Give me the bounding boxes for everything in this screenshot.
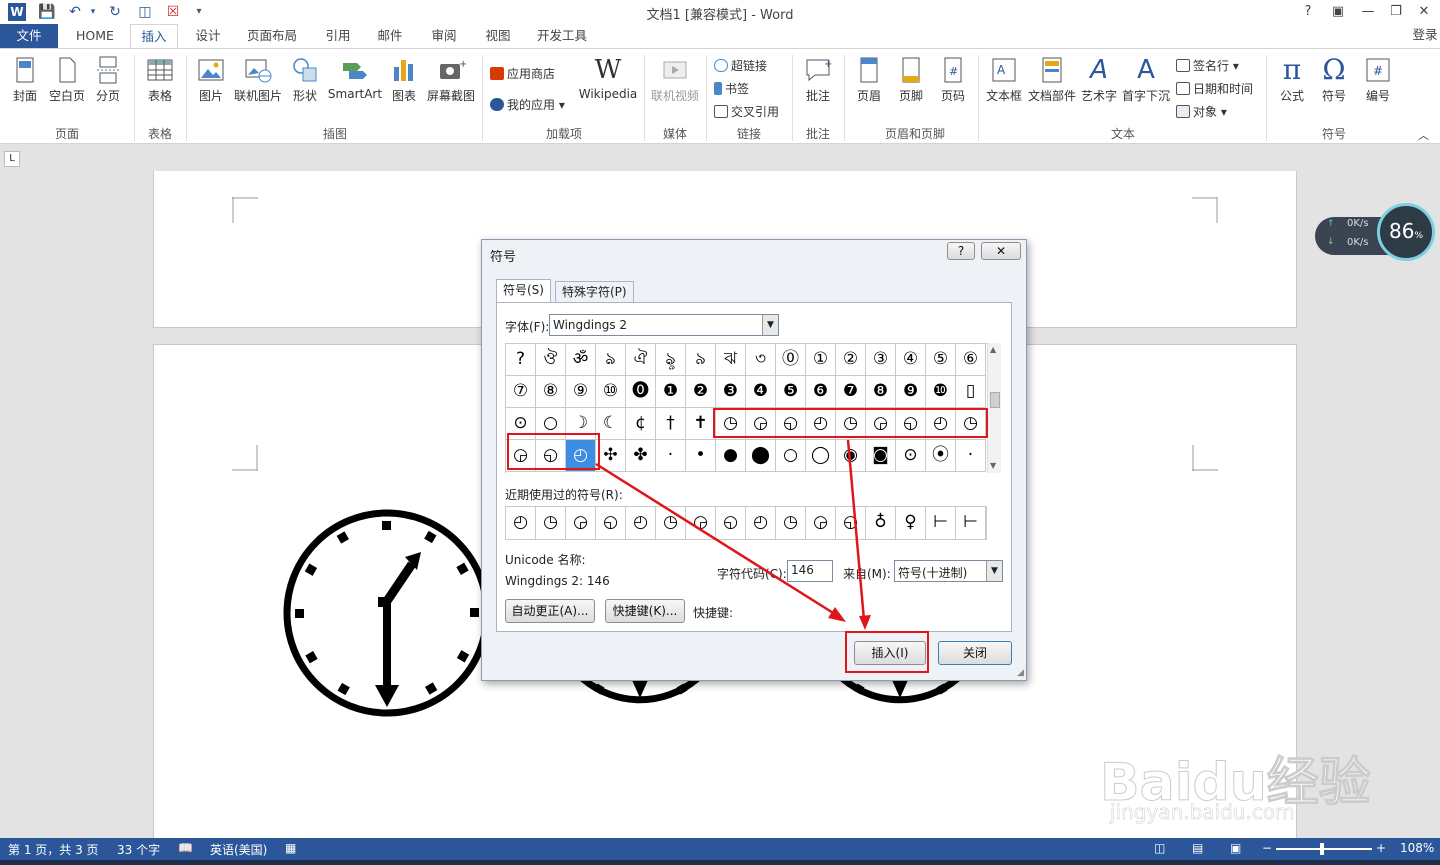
web-layout-icon[interactable]: ▣ xyxy=(1230,841,1241,855)
zoom-slider[interactable] xyxy=(1276,848,1372,850)
status-bar: 第 1 页，共 3 页 33 个字 📖 英语(美国) ▦ ◫ ▤ ▣ − + 1… xyxy=(0,838,1440,860)
zoom-in-icon[interactable]: + xyxy=(1376,841,1386,855)
word-count[interactable]: 33 个字 xyxy=(117,841,160,858)
print-layout-icon[interactable]: ▤ xyxy=(1192,841,1203,855)
annotation-arrows xyxy=(595,439,871,630)
proofing-icon[interactable]: 📖 xyxy=(178,841,193,855)
language[interactable]: 英语(美国) xyxy=(210,841,267,858)
zoom-slider-thumb[interactable] xyxy=(1320,843,1324,855)
zoom-level[interactable]: 108% xyxy=(1400,841,1434,855)
zoom-out-icon[interactable]: − xyxy=(1262,841,1272,855)
macro-icon[interactable]: ▦ xyxy=(285,841,296,855)
taskbar-strip xyxy=(0,860,1440,865)
read-mode-icon[interactable]: ◫ xyxy=(1154,841,1165,855)
page-count[interactable]: 第 1 页，共 3 页 xyxy=(8,841,99,858)
